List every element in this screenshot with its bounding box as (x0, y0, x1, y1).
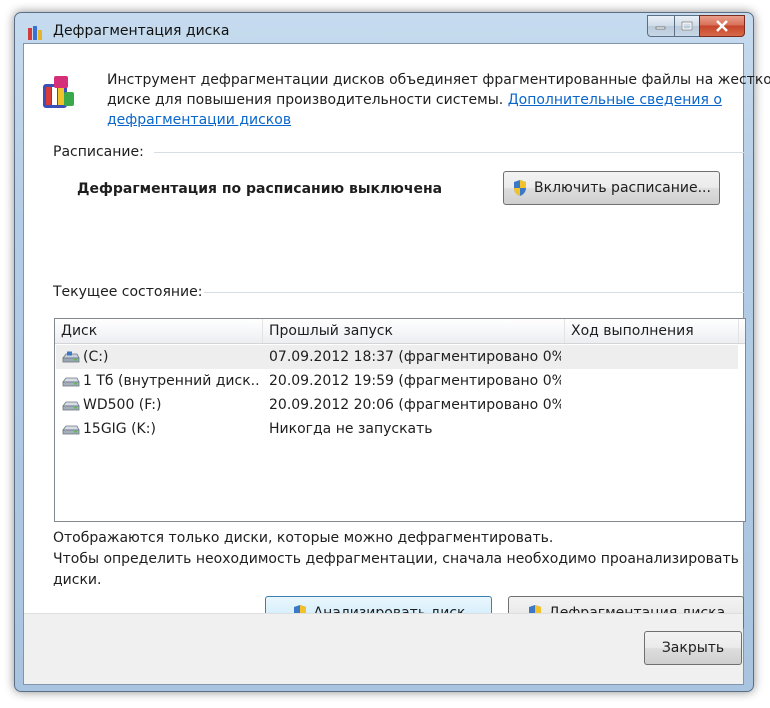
close-icon (716, 20, 728, 32)
close-button[interactable]: Закрыть (644, 631, 742, 665)
disk-last-run: 20.09.2012 19:59 (фрагментировано 0%) (269, 373, 561, 389)
disk-name: WD500 (F:) (83, 397, 162, 413)
close-button-label: Закрыть (661, 640, 725, 656)
disk-list-header: Диск Прошлый запуск Ход выполнения (55, 319, 745, 344)
column-header-disk[interactable]: Диск (55, 319, 263, 343)
disk-last-run: 07.09.2012 18:37 (фрагментировано 0%) (269, 349, 561, 365)
disk-name: 15GIG (K:) (83, 421, 156, 437)
notes-line-1: Отображаются только диски, которые можно… (53, 530, 554, 546)
caption-buttons (647, 15, 745, 37)
window-title: Дефрагментация диска (53, 23, 230, 39)
close-window-button[interactable] (699, 15, 745, 37)
disk-row-1tb[interactable]: 1 Тб (внутренний диск... 20.09.2012 19:5… (56, 369, 738, 393)
maximize-icon (681, 21, 693, 31)
column-header-last-run[interactable]: Прошлый запуск (263, 319, 565, 343)
intro-text-1: Инструмент дефрагментации дисков объедин… (107, 72, 770, 88)
dialog-content: Инструмент дефрагментации дисков объедин… (23, 43, 770, 685)
schedule-heading: Расписание: (53, 144, 144, 160)
schedule-status: Дефрагментация по расписанию выключена (77, 181, 443, 197)
intro-text-2-plain: диске для повышения производительности с… (107, 92, 504, 108)
uac-shield-icon (514, 180, 527, 196)
notes-line-2: Чтобы определить неоходимость дефрагмент… (53, 551, 739, 567)
disk-last-run: 20.09.2012 20:06 (фрагментировано 0%) (269, 397, 561, 413)
hard-drive-icon (62, 401, 80, 411)
current-state-divider (204, 292, 744, 293)
defrag-large-icon (43, 76, 74, 108)
disk-row-k[interactable]: 15GIG (K:) Никогда не запускать (56, 417, 738, 441)
column-header-progress[interactable]: Ход выполнения (565, 319, 739, 343)
defrag-app-icon (28, 26, 42, 40)
disk-last-run: Никогда не запускать (269, 421, 433, 437)
dialog-footer: Закрыть (24, 613, 743, 684)
more-info-link-cont[interactable]: дефрагментации дисков (107, 110, 291, 130)
disk-row-c[interactable]: (C:) 07.09.2012 18:37 (фрагментировано 0… (56, 345, 738, 369)
maximize-button[interactable] (674, 15, 699, 37)
intro-text-2: диске для повышения производительности с… (107, 90, 722, 110)
disk-name: (C:) (83, 349, 109, 365)
hard-drive-icon (62, 377, 80, 387)
enable-schedule-label: Включить расписание... (534, 180, 711, 196)
notes-line-3: диски. (53, 572, 102, 588)
enable-schedule-button[interactable]: Включить расписание... (503, 171, 720, 205)
more-info-link[interactable]: Дополнительные сведения о (508, 92, 722, 108)
current-state-heading: Текущее состояние: (53, 284, 203, 300)
system-drive-icon (62, 351, 80, 363)
hard-drive-icon (62, 425, 80, 435)
disk-row-f[interactable]: WD500 (F:) 20.09.2012 20:06 (фрагментиро… (56, 393, 738, 417)
minimize-button[interactable] (647, 15, 674, 37)
disk-list[interactable]: Диск Прошлый запуск Ход выполнения (C:) … (54, 318, 746, 522)
disk-name: 1 Тб (внутренний диск... (83, 373, 261, 389)
minimize-icon (655, 26, 666, 30)
defrag-window: Дефрагментация диска Инструмент дефрагме… (14, 12, 770, 692)
schedule-divider (154, 152, 744, 153)
